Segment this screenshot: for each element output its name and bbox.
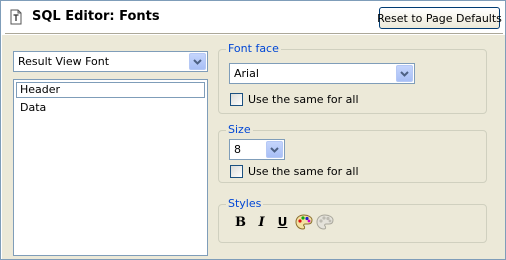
palette-icon[interactable] [293,212,314,232]
chevron-down-icon[interactable] [396,65,413,82]
underline-button[interactable]: U [272,212,293,232]
page-document-icon [10,9,22,25]
font-category-value: Result View Font [18,55,110,68]
reset-to-page-defaults-button[interactable]: Reset to Page Defaults [377,7,502,29]
palette-disabled-icon [314,212,335,232]
page-title: SQL Editor: Fonts [32,9,160,24]
font-face-same-for-all[interactable]: Use the same for all [230,93,359,106]
list-item-header[interactable]: Header [16,82,205,98]
sql-editor-fonts-page: SQL Editor: Fonts Reset to Page Defaults… [0,0,506,260]
chevron-down-icon[interactable] [189,53,206,70]
title-divider [5,33,503,34]
size-legend: Size [226,123,253,136]
font-face-value: Arial [234,67,259,80]
font-face-select[interactable]: Arial [229,63,415,84]
style-toolbar: B I U [230,212,335,232]
italic-button[interactable]: I [251,212,272,232]
chevron-down-icon[interactable] [266,141,283,158]
bold-button[interactable]: B [230,212,251,232]
font-element-list[interactable]: Header Data [13,79,208,256]
font-size-value: 8 [234,143,241,156]
size-same-for-all[interactable]: Use the same for all [230,165,359,178]
font-face-same-for-all-label: Use the same for all [248,93,359,106]
font-face-same-for-all-checkbox[interactable] [230,93,243,106]
size-same-for-all-label: Use the same for all [248,165,359,178]
size-same-for-all-checkbox[interactable] [230,165,243,178]
font-face-legend: Font face [226,42,281,55]
font-size-select[interactable]: 8 [229,139,285,160]
styles-legend: Styles [226,197,264,210]
font-category-select[interactable]: Result View Font [13,51,208,72]
list-item-data[interactable]: Data [16,100,205,116]
